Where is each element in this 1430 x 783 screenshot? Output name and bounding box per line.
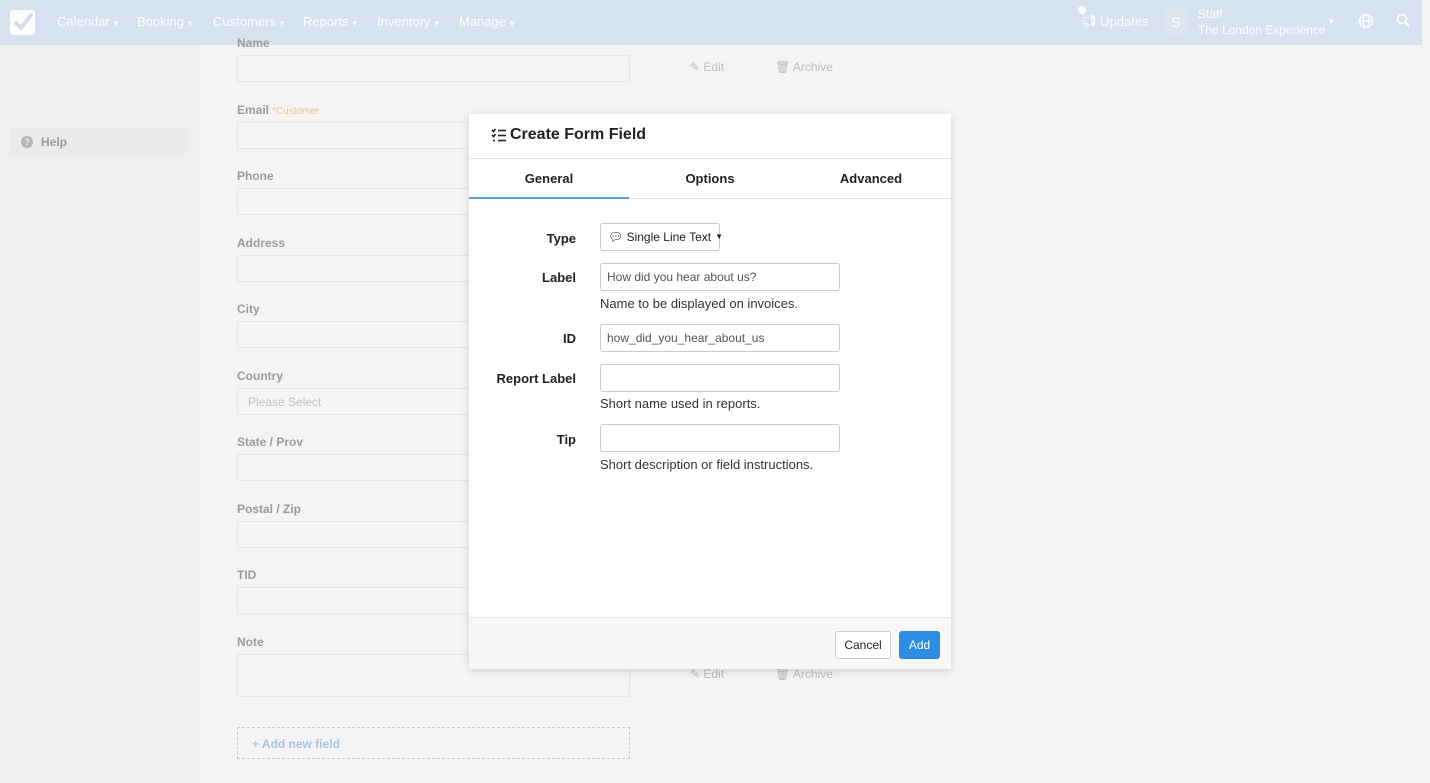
id-label: ID <box>563 331 576 346</box>
type-label: Type <box>546 231 576 246</box>
cancel-button[interactable]: Cancel <box>835 631 891 659</box>
chevron-down-icon: ▼ <box>715 232 724 241</box>
report-label-input[interactable] <box>600 364 840 392</box>
tab-general[interactable]: General <box>469 159 629 199</box>
type-dropdown[interactable]: 💬︎ Single Line Text ▼ <box>600 223 724 251</box>
report-label-label: Report Label <box>496 371 576 386</box>
speech-bubble-icon: 💬︎ <box>608 230 624 244</box>
tab-advanced[interactable]: Advanced <box>791 159 951 199</box>
modal-title: Create Form Field <box>510 126 647 143</box>
tip-help-text: Short description or field instructions. <box>600 457 814 472</box>
add-button[interactable]: Add <box>899 631 940 659</box>
tip-input[interactable] <box>600 424 840 452</box>
label-help-text: Name to be displayed on invoices. <box>600 296 799 311</box>
modal-header: Create Form Field <box>469 114 951 159</box>
checklist-icon <box>491 128 507 145</box>
tip-label: Tip <box>556 432 576 447</box>
tab-bar: General Options Advanced <box>469 159 951 199</box>
create-form-field-modal: Create Form Field General Options Advanc… <box>469 114 951 669</box>
report-label-help-text: Short name used in reports. <box>600 396 761 411</box>
label-input[interactable]: How did you hear about us? <box>600 263 840 291</box>
id-input[interactable]: how_did_you_hear_about_us <box>600 324 840 352</box>
label-label: Label <box>542 270 576 285</box>
tab-options[interactable]: Options <box>630 159 790 199</box>
modal-footer: Cancel Add <box>469 617 951 669</box>
